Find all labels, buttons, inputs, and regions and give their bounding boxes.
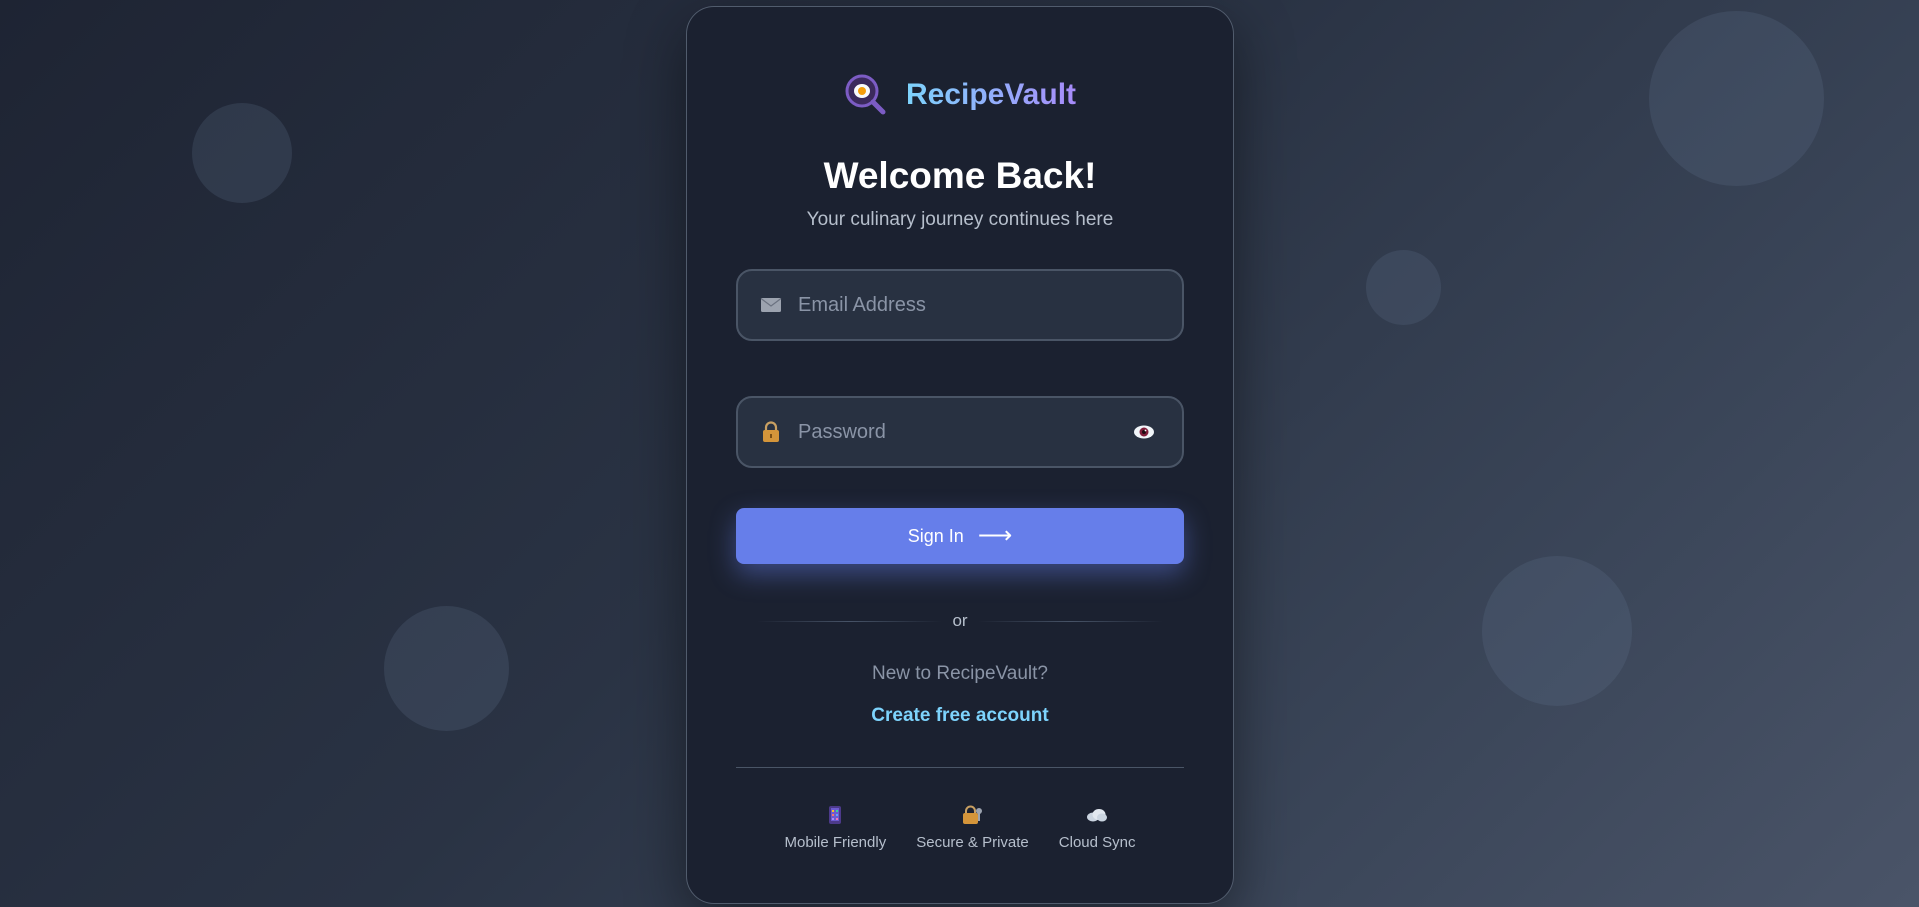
- features-list: Mobile Friendly Secure & Private Cloud S…: [687, 804, 1233, 851]
- background-bubble: [1366, 250, 1441, 325]
- background-bubble: [192, 103, 292, 203]
- login-card: RecipeVault Welcome Back! Your culinary …: [686, 6, 1234, 904]
- or-divider: or: [757, 611, 1163, 631]
- cloud-icon: [1086, 804, 1108, 826]
- section-divider: [736, 767, 1184, 768]
- lock-icon: [760, 421, 782, 443]
- feature-label: Secure & Private: [916, 834, 1029, 851]
- arrow-right-icon: ⟶: [977, 522, 1013, 549]
- sign-in-label: Sign In: [907, 525, 964, 546]
- page-title: Welcome Back!: [823, 155, 1097, 196]
- eye-icon[interactable]: [1132, 420, 1156, 444]
- page-subtitle: Your culinary journey continues here: [806, 209, 1114, 230]
- brand-header: RecipeVault: [687, 73, 1233, 117]
- email-field-container: [736, 269, 1184, 341]
- mobile-phone-icon: [828, 804, 842, 826]
- create-account-link[interactable]: Create free account: [687, 705, 1233, 727]
- feature-item: Cloud Sync: [1059, 804, 1136, 851]
- password-field-container: [736, 396, 1184, 468]
- feature-label: Mobile Friendly: [784, 834, 887, 851]
- frying-pan-egg-icon: [844, 73, 888, 117]
- divider-line: [757, 620, 943, 622]
- email-input[interactable]: [782, 271, 1182, 339]
- lock-key-icon: [962, 804, 984, 826]
- feature-label: Cloud Sync: [1058, 834, 1136, 851]
- signup-prompt: New to RecipeVault?: [871, 663, 1049, 684]
- background-bubble: [1649, 11, 1824, 186]
- background-bubble: [384, 606, 509, 731]
- password-input[interactable]: [782, 398, 1132, 466]
- brand-name: RecipeVault: [905, 78, 1077, 111]
- feature-item: Mobile Friendly: [784, 804, 887, 851]
- divider-line: [977, 620, 1163, 622]
- sign-in-button[interactable]: Sign In ⟶: [736, 508, 1184, 564]
- background-bubble: [1482, 556, 1632, 706]
- divider-text: or: [952, 611, 968, 630]
- envelope-icon: [760, 297, 782, 313]
- feature-item: Secure & Private: [916, 804, 1029, 851]
